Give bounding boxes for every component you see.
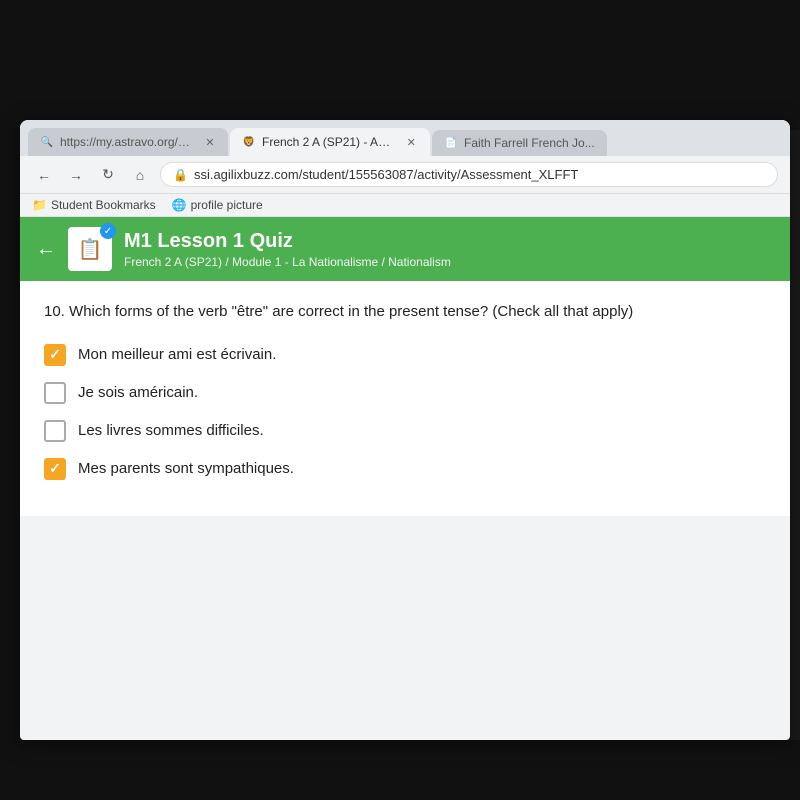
quiz-title: M1 Lesson 1 Quiz — [124, 230, 451, 253]
question-text: 10. Which forms of the verb "être" are c… — [44, 301, 766, 324]
quiz-icon-symbol: 📋 — [78, 237, 103, 262]
forward-button[interactable]: → — [64, 163, 88, 187]
bookmark-student[interactable]: 📁 Student Bookmarks — [32, 198, 156, 212]
tab-faith-farrell[interactable]: 📄 Faith Farrell French Jo... — [432, 130, 607, 156]
tab3-label: Faith Farrell French Jo... — [464, 136, 595, 150]
bottom-bezel — [0, 740, 800, 800]
option-3[interactable]: Les livres sommes difficiles. — [44, 420, 766, 442]
content-area: ← 📋 ✓ M1 Lesson 1 Quiz French 2 A (SP21)… — [20, 217, 790, 516]
top-bezel — [0, 0, 800, 130]
address-input[interactable]: 🔒 ssi.agilixbuzz.com/student/155563087/a… — [160, 162, 778, 187]
bookmark-student-label: Student Bookmarks — [51, 198, 156, 212]
quiz-header: ← 📋 ✓ M1 Lesson 1 Quiz French 2 A (SP21)… — [20, 217, 790, 281]
tab2-icon: 🦁 — [242, 135, 256, 149]
quiz-subtitle: French 2 A (SP21) / Module 1 - La Nation… — [124, 255, 451, 269]
refresh-button[interactable]: ↻ — [96, 163, 120, 187]
tab-bar: 🔍 https://my.astravo.org/FEDashb... ✕ 🦁 … — [20, 120, 790, 156]
side-bezel — [0, 0, 20, 800]
option-2[interactable]: Je sois américain. — [44, 382, 766, 404]
option-4-text: Mes parents sont sympathiques. — [78, 460, 294, 477]
bookmarks-bar: 📁 Student Bookmarks 🌐 profile picture — [20, 194, 790, 217]
question-number: 10. — [44, 303, 65, 320]
tab2-close[interactable]: ✕ — [404, 134, 418, 150]
tab-astravo[interactable]: 🔍 https://my.astravo.org/FEDashb... ✕ — [28, 128, 228, 156]
checkbox-2[interactable] — [44, 382, 66, 404]
checkbox-3[interactable] — [44, 420, 66, 442]
checkbox-4[interactable] — [44, 458, 66, 480]
browser-window: 🔍 https://my.astravo.org/FEDashb... ✕ 🦁 … — [20, 120, 790, 740]
tab1-close[interactable]: ✕ — [204, 134, 216, 150]
option-3-text: Les livres sommes difficiles. — [78, 422, 264, 439]
tab1-icon: 🔍 — [40, 135, 54, 149]
globe-icon: 🌐 — [172, 198, 187, 212]
tab-activities[interactable]: 🦁 French 2 A (SP21) - Activities ✕ — [230, 128, 430, 156]
question-body: Which forms of the verb "être" are corre… — [69, 303, 633, 320]
option-4[interactable]: Mes parents sont sympathiques. — [44, 458, 766, 480]
tab2-label: French 2 A (SP21) - Activities — [262, 135, 394, 149]
tab3-icon: 📄 — [444, 136, 458, 150]
option-2-text: Je sois américain. — [78, 384, 198, 401]
address-bar: ← → ↻ ⌂ 🔒 ssi.agilixbuzz.com/student/155… — [20, 156, 790, 194]
tab1-label: https://my.astravo.org/FEDashb... — [60, 135, 194, 149]
quiz-back-button[interactable]: ← — [36, 238, 56, 261]
option-1[interactable]: Mon meilleur ami est écrivain. — [44, 344, 766, 366]
quiz-title-block: M1 Lesson 1 Quiz French 2 A (SP21) / Mod… — [124, 230, 451, 269]
home-button[interactable]: ⌂ — [128, 163, 152, 187]
option-1-text: Mon meilleur ami est écrivain. — [78, 346, 276, 363]
folder-icon: 📁 — [32, 198, 47, 212]
bookmark-profile-label: profile picture — [191, 198, 263, 212]
bookmark-profile[interactable]: 🌐 profile picture — [172, 198, 263, 212]
lock-icon: 🔒 — [173, 168, 188, 182]
address-text: ssi.agilixbuzz.com/student/155563087/act… — [194, 167, 578, 182]
checkmark-badge: ✓ — [100, 223, 116, 239]
question-area: 10. Which forms of the verb "être" are c… — [20, 281, 790, 516]
checkbox-1[interactable] — [44, 344, 66, 366]
back-button[interactable]: ← — [32, 163, 56, 187]
quiz-icon: 📋 ✓ — [68, 227, 112, 271]
